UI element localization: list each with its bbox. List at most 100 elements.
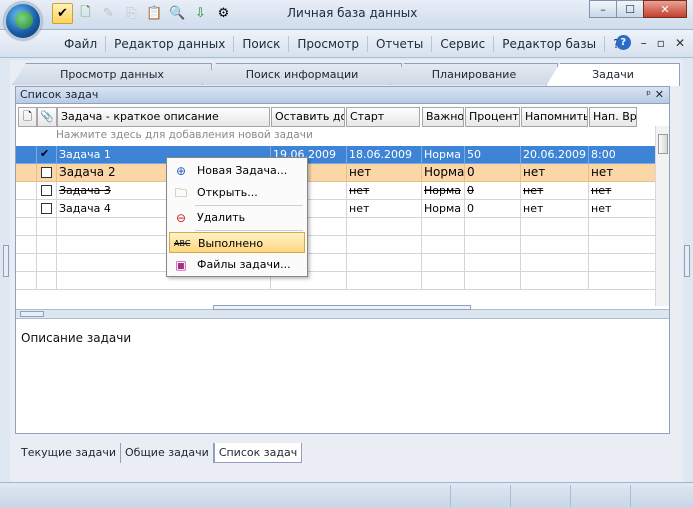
row-marker xyxy=(16,146,37,164)
tab-current-tasks[interactable]: Текущие задачи xyxy=(17,443,121,463)
mdi-restore-button[interactable]: ▫ xyxy=(657,36,665,50)
menu-view[interactable]: Просмотр xyxy=(289,36,368,52)
quick-access-toolbar: ✔ 🗋 ✎ ⎘ 📋 🔍 ⇩ ⚙ xyxy=(52,3,234,25)
vertical-scrollbar[interactable] xyxy=(655,126,669,306)
task-percent: 0 xyxy=(465,164,521,182)
table-row[interactable]: Задача 4 нет нет Норма 0 нет нет xyxy=(16,200,657,218)
tab-info-search[interactable]: Поиск информации xyxy=(202,63,402,85)
edit-icon[interactable]: ✎ xyxy=(98,3,119,24)
title-bar: ✔ 🗋 ✎ ⎘ 📋 🔍 ⇩ ⚙ Личная база данных – ☐ ✕ xyxy=(0,0,693,40)
mdi-close-button[interactable]: ✕ xyxy=(675,36,685,50)
splitter-grip[interactable] xyxy=(20,311,44,317)
attachment-column-icon[interactable]: 📎 xyxy=(37,107,57,127)
menu-reports[interactable]: Отчеты xyxy=(368,36,433,52)
menu-separator xyxy=(195,230,303,231)
task-checkbox[interactable] xyxy=(41,185,52,196)
task-checkbox[interactable] xyxy=(41,167,52,178)
menu-item-new-task[interactable]: ⊕ Новая Задача... xyxy=(169,160,305,181)
left-collapse-handle[interactable] xyxy=(3,245,9,277)
window-controls: – ☐ ✕ xyxy=(589,0,687,18)
column-header-start[interactable]: Старт xyxy=(346,107,420,127)
menu-db-editor[interactable]: Редактор базы xyxy=(494,36,606,52)
delete-icon: ⊖ xyxy=(175,211,187,225)
minimize-button[interactable]: – xyxy=(589,0,617,18)
menu-file[interactable]: Файл xyxy=(56,36,107,52)
menu-item-task-files[interactable]: ▣ Файлы задачи... xyxy=(169,254,305,275)
task-time: нет xyxy=(589,164,657,182)
task-start: нет xyxy=(347,164,422,182)
panel-close-icon[interactable]: ✕ xyxy=(655,87,664,103)
done-icon: ABC xyxy=(174,239,191,248)
task-importance: Норма xyxy=(422,182,465,200)
task-percent: 50 xyxy=(465,146,521,164)
menu-item-delete[interactable]: ⊖ Удалить xyxy=(169,207,305,228)
menu-separator xyxy=(195,205,303,206)
task-start: нет xyxy=(347,182,422,200)
tab-tasks[interactable]: Задачи xyxy=(546,63,680,86)
table-row[interactable]: Задача 3 нет нет Норма 0 нет нет xyxy=(16,182,657,200)
task-importance: Норма xyxy=(422,146,465,164)
status-bar xyxy=(0,482,693,508)
files-icon: ▣ xyxy=(175,258,187,272)
checkmark-icon[interactable]: ✔ xyxy=(52,3,73,24)
doc-column-icon[interactable]: 🗋 xyxy=(18,107,37,127)
new-task-icon: ⊕ xyxy=(175,164,187,178)
row-marker xyxy=(16,164,37,182)
task-remind: 20.06.2009 xyxy=(521,146,589,164)
column-header-percent[interactable]: Процент xyxy=(465,107,520,127)
tab-shared-tasks[interactable]: Общие задачи xyxy=(121,443,214,463)
column-header-time[interactable]: Нап. Вр. xyxy=(589,107,637,127)
maximize-button[interactable]: ☐ xyxy=(616,0,644,18)
panel-splitter[interactable] xyxy=(16,309,669,319)
menu-item-open[interactable]: 🗀 Открыть... xyxy=(169,182,305,203)
app-orb-button[interactable] xyxy=(4,2,42,40)
task-remind: нет xyxy=(521,200,589,218)
task-grid: 🗋 📎 Задача - краткое описание Оставить д… xyxy=(16,107,657,291)
menu-item-done[interactable]: ABC Выполнено xyxy=(169,232,305,253)
tab-data-view[interactable]: Просмотр данных xyxy=(12,63,212,85)
help-icon[interactable]: ? xyxy=(615,35,631,50)
paste-icon[interactable]: 📋 xyxy=(144,3,165,24)
task-remind: нет xyxy=(521,164,589,182)
close-button[interactable]: ✕ xyxy=(643,0,687,18)
table-row[interactable]: ✔ Задача 1 19.06.2009 18.06.2009 Норма 5… xyxy=(16,146,657,164)
menu-data-editor[interactable]: Редактор данных xyxy=(106,36,235,52)
export-icon[interactable]: ⇩ xyxy=(190,3,211,24)
search-icon[interactable]: 🔍 xyxy=(167,3,188,24)
column-header-until[interactable]: Оставить до xyxy=(271,107,345,127)
task-start: 18.06.2009 xyxy=(347,146,422,164)
scroll-thumb[interactable] xyxy=(658,134,668,154)
new-document-icon[interactable]: 🗋 xyxy=(75,3,96,24)
open-icon: 🗀 xyxy=(174,186,187,200)
horizontal-splitter-handle[interactable] xyxy=(213,305,471,310)
empty-row xyxy=(16,218,657,236)
task-time: нет xyxy=(589,200,657,218)
empty-row xyxy=(16,236,657,254)
panel-title: Список задач xyxy=(20,88,99,101)
row-marker xyxy=(16,200,37,218)
task-time: 8:00 xyxy=(589,146,657,164)
copy-icon[interactable]: ⎘ xyxy=(121,3,142,24)
panel-header: Список задач ᵖ ✕ xyxy=(16,87,669,104)
mdi-minimize-button[interactable]: – xyxy=(641,36,647,50)
tab-task-list[interactable]: Список задач xyxy=(213,443,303,463)
checkmark-icon[interactable]: ✔ xyxy=(40,147,49,160)
main-tabs: Просмотр данных Поиск информации Планиро… xyxy=(12,63,680,86)
table-row[interactable]: Задача 2 нет нет Норма 0 нет нет xyxy=(16,164,657,182)
right-collapse-handle[interactable] xyxy=(684,245,690,277)
task-time: нет xyxy=(589,182,657,200)
tools-icon[interactable]: ⚙ xyxy=(213,3,234,24)
task-start: нет xyxy=(347,200,422,218)
description-label: Описание задачи xyxy=(21,331,132,345)
task-checkbox[interactable] xyxy=(41,203,52,214)
menu-service[interactable]: Сервис xyxy=(432,36,495,52)
pin-icon[interactable]: ᵖ xyxy=(646,87,651,103)
tab-planning[interactable]: Планирование xyxy=(390,63,558,85)
new-task-row[interactable]: Нажмите здесь для добавления новой задач… xyxy=(56,129,313,141)
column-header-remind[interactable]: Напомнить xyxy=(521,107,588,127)
bottom-tabs: Текущие задачи Общие задачи Список задач xyxy=(17,443,303,463)
context-menu: ⊕ Новая Задача... 🗀 Открыть... ⊖ Удалить… xyxy=(166,157,308,277)
menu-search[interactable]: Поиск xyxy=(234,36,290,52)
column-header-importance[interactable]: Важно xyxy=(422,107,464,127)
column-header-task[interactable]: Задача - краткое описание xyxy=(57,107,270,127)
